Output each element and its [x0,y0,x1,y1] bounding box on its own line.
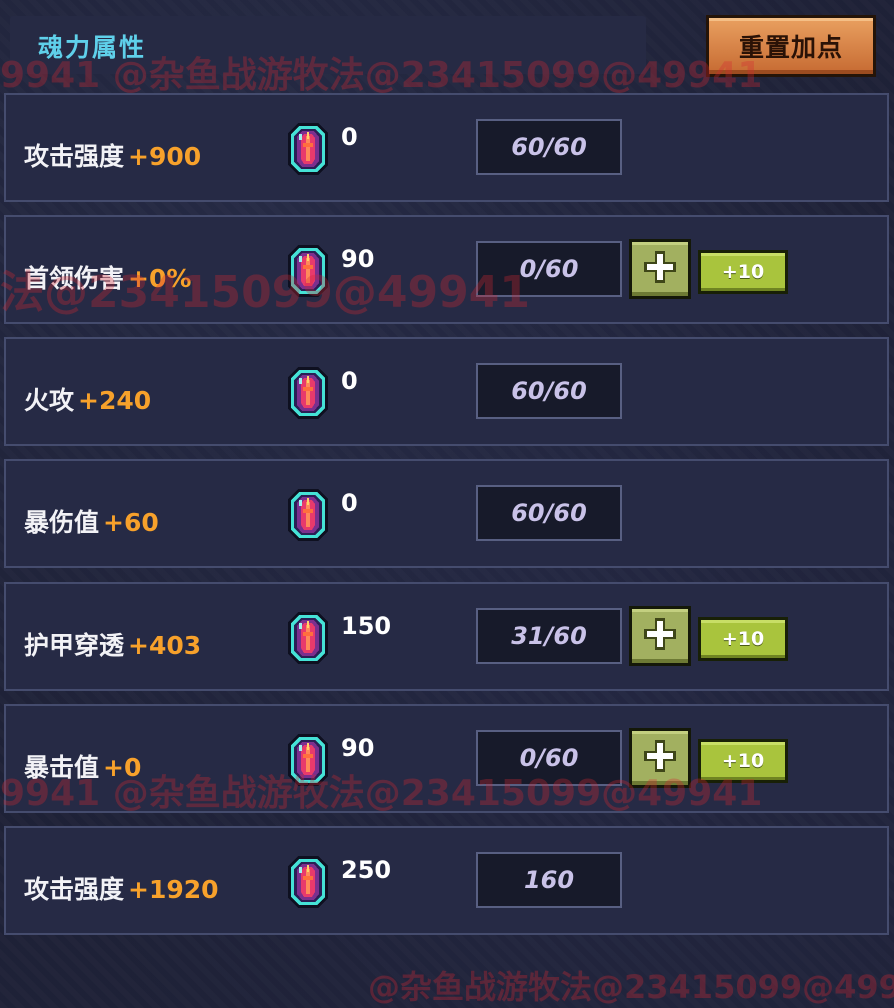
soul-crystal-icon [286,121,330,177]
soul-crystal-icon [286,854,330,910]
attribute-row-attack-power-bonus: 攻击强度 +1920 250 160 [4,826,889,935]
attribute-name: 暴击值 [24,753,100,782]
attribute-bonus: +240 [78,386,152,415]
attribute-bonus: +403 [128,631,202,660]
level-progress: 31/60 [476,608,622,664]
level-progress: 60/60 [476,119,622,175]
add-ten-points-button[interactable]: +10 [698,617,788,661]
reset-points-button[interactable]: 重置加点 [706,15,876,77]
attribute-label: 攻击强度 +1920 [24,870,219,906]
panel-title: 魂力属性 [38,33,147,62]
add-point-button[interactable] [629,728,691,788]
plus-icon [643,739,677,777]
add-ten-points-button[interactable]: +10 [698,250,788,294]
add-point-button[interactable] [629,606,691,666]
attribute-label: 首领伤害 +0% [24,259,191,295]
attribute-row-boss-damage: 首领伤害 +0% 90 0/60 +10 [4,215,889,324]
attribute-label: 护甲穿透 +403 [24,626,201,662]
attribute-bonus: +0% [128,264,192,293]
attribute-name: 攻击强度 [24,875,125,904]
level-progress: 60/60 [476,485,622,541]
attribute-name: 暴伤值 [24,508,100,537]
attribute-name: 护甲穿透 [24,631,125,660]
attribute-name: 攻击强度 [24,142,125,171]
attribute-label: 攻击强度 +900 [24,137,201,173]
level-progress: 0/60 [476,241,622,297]
attribute-name: 首领伤害 [24,264,125,293]
soul-crystal-icon [286,365,330,421]
soul-crystal-icon [286,243,330,299]
soul-crystal-icon [286,487,330,543]
cost-value: 150 [341,612,392,640]
plus-icon [643,617,677,655]
attribute-row-crit-damage: 暴伤值 +60 0 60/60 [4,459,889,568]
attribute-row-fire-attack: 火攻 +240 0 60/60 [4,337,889,446]
soul-crystal-icon [286,610,330,666]
attribute-label: 火攻 +240 [24,381,151,417]
attribute-bonus: +60 [103,508,159,537]
attribute-bonus: +900 [128,142,202,171]
add-point-button[interactable] [629,239,691,299]
level-progress: 160 [476,852,622,908]
attribute-label: 暴伤值 +60 [24,503,159,539]
cost-value: 90 [341,734,375,762]
level-progress: 60/60 [476,363,622,419]
cost-value: 0 [341,367,358,395]
cost-value: 90 [341,245,375,273]
plus-icon [643,250,677,288]
attribute-row-armor-penetration: 护甲穿透 +403 150 31/60 +10 [4,582,889,691]
cost-value: 0 [341,123,358,151]
attribute-row-attack-power: 攻击强度 +900 0 60/60 [4,93,889,202]
attribute-bonus: +0 [103,753,142,782]
add-ten-points-button[interactable]: +10 [698,739,788,783]
level-progress: 0/60 [476,730,622,786]
cost-value: 250 [341,856,392,884]
cost-value: 0 [341,489,358,517]
attribute-label: 暴击值 +0 [24,748,141,784]
soul-crystal-icon [286,732,330,788]
attribute-bonus: +1920 [128,875,219,904]
attribute-row-crit-rate: 暴击值 +0 90 0/60 +10 [4,704,889,813]
attribute-name: 火攻 [24,386,75,415]
